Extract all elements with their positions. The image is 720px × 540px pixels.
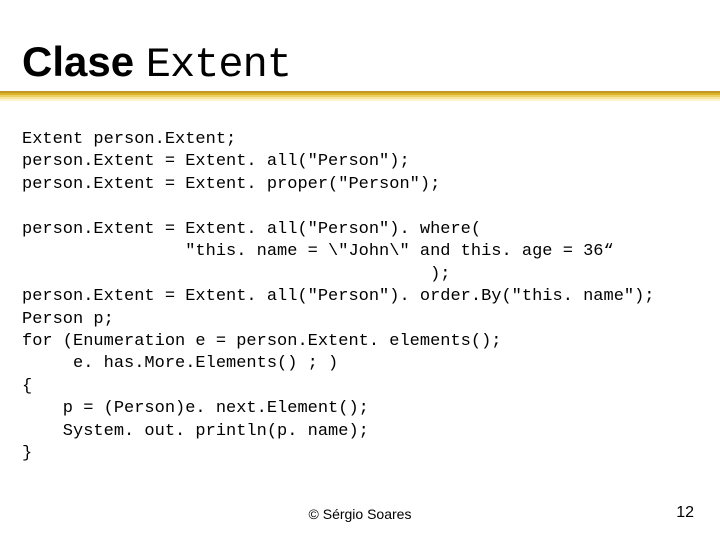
slide-title: Clase Extent xyxy=(22,38,698,89)
slide: Clase Extent Extent person.Extent; perso… xyxy=(0,0,720,540)
page-number: 12 xyxy=(676,504,694,522)
code-block: Extent person.Extent; person.Extent = Ex… xyxy=(22,129,698,466)
underline-stroke xyxy=(0,99,720,101)
copyright-text: © Sérgio Soares xyxy=(0,506,720,522)
title-underline xyxy=(22,91,698,103)
title-part-mono: Extent xyxy=(146,41,291,89)
footer: © Sérgio Soares 12 xyxy=(0,506,720,522)
title-part-bold: Clase xyxy=(22,38,146,85)
title-block: Clase Extent xyxy=(22,38,698,103)
